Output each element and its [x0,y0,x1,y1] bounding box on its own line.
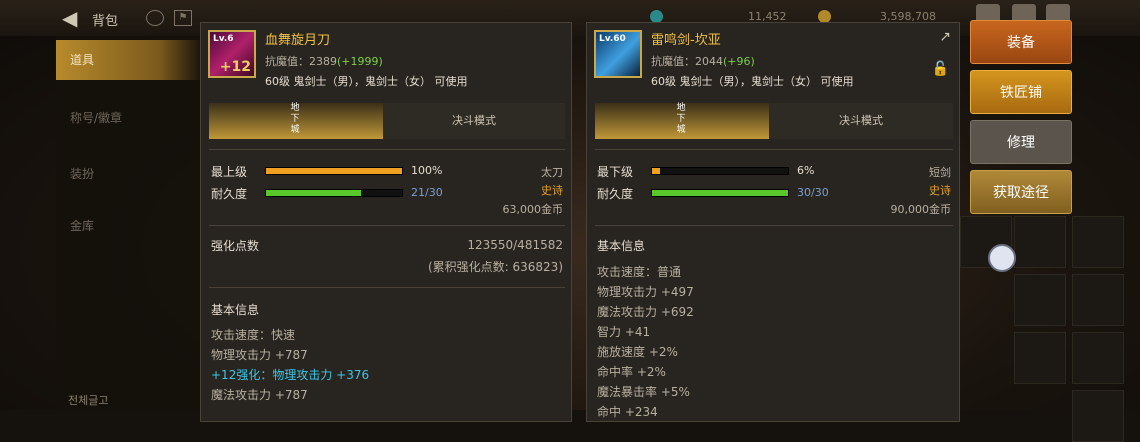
inventory-slot[interactable] [1072,274,1124,326]
sidebar-item-avatar[interactable]: 装扮 [56,154,204,194]
durability-bar [265,189,403,197]
stat-line: 智力 +41 [597,325,651,339]
resist-value: 抗魔值：2389(+1999) [265,55,383,68]
grade-percent: 6% [797,164,815,177]
grade-label: 最下级 [597,165,634,179]
stat-line: 魔法攻击力 +692 [597,305,694,319]
durability-value: 21/30 [411,186,443,199]
item-thumbnail: Lv.60 [594,30,642,78]
stat-line: 施放速度 +2% [597,345,678,359]
sidebar-item-items[interactable]: 道具 [56,40,204,80]
stat-line: 魔法暴击率 +5% [597,385,690,399]
stat-line: 物理攻击力 +497 [597,285,694,299]
sidebar-item-vault[interactable]: 金库 [56,206,204,246]
equip-button[interactable]: 装备 [970,20,1072,64]
weapon-type: 短剑 [929,166,951,179]
durability-label: 耐久度 [211,187,248,201]
basic-info-title: 基本信息 [211,303,260,317]
item-requirement: 60级 鬼剑士（男），鬼剑士（女） 可使用 [651,75,854,88]
weapon-type: 太刀 [541,166,563,179]
stat-line: 物理攻击力 +787 [211,348,308,362]
grade-bar [265,167,403,175]
stat-line: 命中率 +2% [597,365,666,379]
basic-info-title: 基本信息 [597,239,646,253]
durability-value: 30/30 [797,186,829,199]
reinforce-total: (累积强化点数: 636823) [427,260,563,274]
tab-dungeon-label: 地下城 [290,103,300,135]
floating-joystick-icon[interactable] [988,244,1016,272]
grade-percent: 100% [411,164,443,177]
tab-pvp[interactable]: 决斗模式 [769,103,953,139]
divider [209,225,565,226]
item-price: 90,000金币 [890,203,952,216]
tab-dungeon[interactable]: 地下城 [209,103,383,139]
stat-line: 魔法攻击力 +787 [211,388,308,402]
sidebar-bottom-label: 전체글고 [68,394,109,407]
page-title: 背包 [92,14,119,29]
tab-dungeon[interactable]: 地下城 [595,103,769,139]
rarity-label: 史诗 [929,184,951,197]
tab-pvp[interactable]: 决斗模式 [383,103,565,139]
inventory-slot[interactable] [1014,216,1066,268]
item-level-badge: Lv.60 [599,34,626,44]
item-requirement: 60级 鬼剑士（男），鬼剑士（女） 可使用 [265,75,468,88]
durability-label: 耐久度 [597,187,634,201]
grade-label: 最上级 [211,165,248,179]
divider [595,225,953,226]
item-thumbnail: Lv.6 +12 [208,30,256,78]
item-reinforce-badge: +12 [219,59,251,75]
share-icon[interactable]: ↗ [939,29,951,45]
inventory-slot[interactable] [1072,216,1124,268]
stat-line: 攻击速度：普通 [597,265,682,279]
durability-bar [651,189,789,197]
item-name: 血舞旋月刀 [265,33,331,48]
item-tooltip-left: Lv.6 +12 血舞旋月刀 抗魔值：2389(+1999) 60级 鬼剑士（男… [200,22,572,422]
sidebar: 道具 称号/徽章 装扮 金库 [56,36,204,410]
sidebar-item-titles[interactable]: 称号/徽章 [56,98,204,138]
item-level-badge: Lv.6 [213,34,234,44]
reinforce-value: 123550/481582 [467,238,563,252]
inventory-slot[interactable] [1072,332,1124,384]
stat-line: +12强化：物理攻击力 +376 [211,368,370,382]
item-tooltip-right: Lv.60 雷鸣剑-坎亚 ↗ 🔓 抗魔值：2044(+96) 60级 鬼剑士（男… [586,22,960,422]
divider [209,149,565,150]
divider [595,149,953,150]
divider [209,287,565,288]
obtain-route-button[interactable]: 获取途径 [970,170,1072,214]
lock-icon[interactable]: 🔓 [932,61,949,77]
item-price: 63,000金币 [502,203,564,216]
resist-value: 抗魔值：2044(+96) [651,55,755,68]
grade-bar [651,167,789,175]
inventory-slot[interactable] [1072,390,1124,442]
blacksmith-button[interactable]: 铁匠铺 [970,70,1072,114]
repair-button[interactable]: 修理 [970,120,1072,164]
stat-line: 命中 +234 [597,405,658,419]
eye-icon[interactable] [146,10,164,26]
stat-line: 攻击速度：快速 [211,328,296,342]
filter-icon[interactable]: ⚑ [174,10,192,26]
rarity-label: 史诗 [541,184,563,197]
inventory-slot[interactable] [1014,274,1066,326]
back-icon[interactable]: ◀ [62,8,77,28]
reinforce-label: 强化点数 [211,239,260,253]
item-name: 雷鸣剑-坎亚 [651,33,721,48]
inventory-slot[interactable] [1014,332,1066,384]
tab-dungeon-label: 地下城 [676,103,686,135]
